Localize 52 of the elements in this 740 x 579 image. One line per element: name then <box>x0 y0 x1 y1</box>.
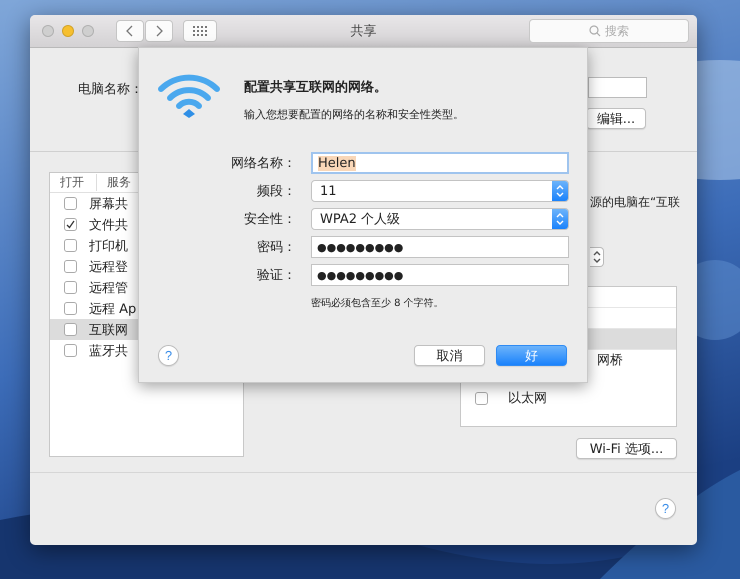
minimize-button[interactable] <box>62 25 74 37</box>
checkbox[interactable] <box>475 392 488 404</box>
column-header: 打开 <box>50 174 97 191</box>
computer-name-label: 电脑名称： <box>78 81 143 98</box>
close-button[interactable] <box>42 25 54 37</box>
show-all-button[interactable] <box>183 20 217 42</box>
popup-menu[interactable]: WPA2 个人级 <box>311 208 569 230</box>
service-name[interactable]: 文件共 <box>89 216 128 234</box>
service-name[interactable]: 蓝牙共 <box>89 342 128 360</box>
network-name-field[interactable]: Helen <box>311 152 569 174</box>
column-header: 服务 <box>106 174 131 191</box>
service-name[interactable]: 互联网 <box>89 320 128 338</box>
checkbox[interactable] <box>64 281 77 294</box>
checkbox[interactable] <box>64 344 77 357</box>
hint-text: 密码必须包含至少 8 个字符。 <box>311 296 445 310</box>
forward-button[interactable] <box>145 20 173 42</box>
checkbox[interactable] <box>64 197 77 210</box>
checkbox[interactable] <box>64 239 77 252</box>
computer-name-field[interactable] <box>588 77 647 98</box>
wifi-icon <box>158 72 220 118</box>
service-name[interactable]: 远程管 <box>89 278 128 296</box>
edit-button[interactable]: 编辑... <box>586 108 646 129</box>
field-label: 网络名称： <box>230 155 296 172</box>
wifi-options-button[interactable]: Wi-Fi 选项... <box>576 438 677 459</box>
password-field[interactable]: ●●●●●●●●● <box>311 264 569 286</box>
field-label: 频段： <box>256 183 296 200</box>
dialog-title: 配置共享互联网的网络。 <box>244 78 388 96</box>
checkbox[interactable] <box>64 260 77 273</box>
field-label: 验证： <box>256 267 296 284</box>
service-name[interactable]: 远程 Ap <box>89 300 136 318</box>
interface-name: 网桥 <box>597 352 623 369</box>
service-name[interactable]: 屏幕共 <box>89 194 128 212</box>
checkbox[interactable] <box>64 218 77 231</box>
service-name[interactable]: 远程登 <box>89 258 128 276</box>
back-button[interactable] <box>116 20 144 42</box>
chevron-left-icon <box>126 25 134 37</box>
password-field[interactable]: ●●●●●●●●● <box>311 236 569 258</box>
chevron-right-icon <box>155 25 163 37</box>
description-text: 源的电脑在“互联 <box>590 194 680 211</box>
checkbox[interactable] <box>64 302 77 315</box>
window-title: 共享 <box>350 23 376 40</box>
dialog-subtitle: 输入您想要配置的网络的名称和安全性类型。 <box>244 107 464 122</box>
checkbox[interactable] <box>64 323 77 336</box>
field-label: 密码： <box>256 239 296 256</box>
zoom-button[interactable] <box>82 25 94 37</box>
interface-name: 以太网 <box>508 390 547 407</box>
field-label: 安全性： <box>243 211 296 228</box>
search-icon <box>589 25 601 37</box>
service-name[interactable]: 打印机 <box>89 236 128 254</box>
cancel-button[interactable]: 取消 <box>414 345 485 366</box>
grid-icon <box>192 26 208 36</box>
popup-menu[interactable]: 11 <box>311 180 569 202</box>
